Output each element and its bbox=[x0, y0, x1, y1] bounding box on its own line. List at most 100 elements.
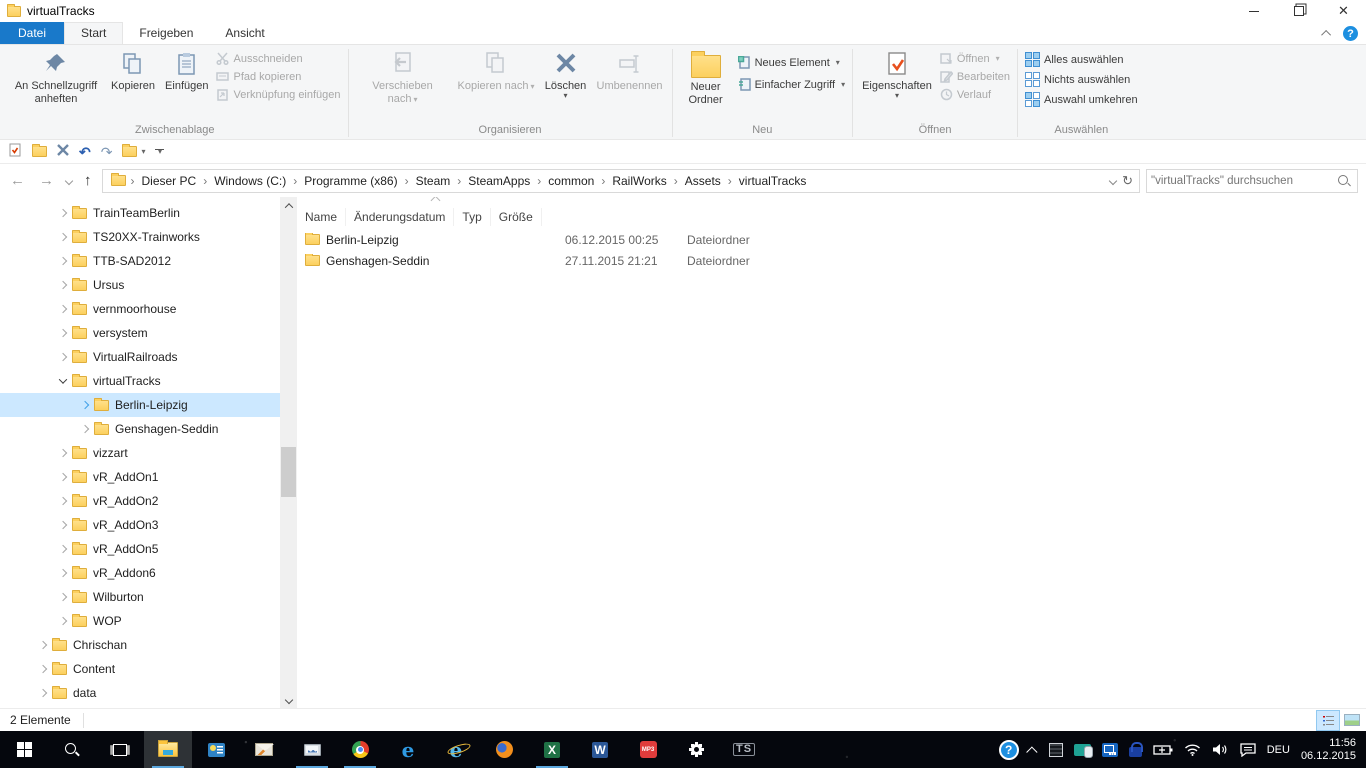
wifi-icon[interactable] bbox=[1184, 743, 1201, 756]
search-icon[interactable] bbox=[1337, 174, 1351, 188]
chevron-icon[interactable] bbox=[59, 305, 67, 313]
collapse-ribbon-icon[interactable] bbox=[1321, 30, 1331, 40]
tree-item[interactable]: TrainTeamBerlin bbox=[0, 201, 297, 225]
breadcrumb-item[interactable]: Dieser PC bbox=[136, 172, 203, 190]
properties-button[interactable]: Eigenschaften ▾ bbox=[857, 47, 937, 101]
tree-item[interactable]: Genshagen-Seddin bbox=[0, 417, 297, 441]
recent-locations-icon[interactable] bbox=[65, 176, 73, 184]
chevron-icon[interactable] bbox=[59, 617, 67, 625]
speaker-icon[interactable] bbox=[1212, 743, 1229, 756]
show-hidden-icons-chevron[interactable] bbox=[1026, 746, 1037, 757]
close-button[interactable]: ✕ bbox=[1321, 0, 1366, 22]
column-header[interactable]: Typ bbox=[454, 208, 490, 226]
chevron-icon[interactable] bbox=[59, 281, 67, 289]
tab-datei[interactable]: Datei bbox=[0, 22, 64, 44]
tree-item[interactable]: Content bbox=[0, 657, 297, 681]
tab-start[interactable]: Start bbox=[64, 22, 123, 44]
breadcrumb-item[interactable]: Steam bbox=[410, 172, 457, 190]
tab-ansicht[interactable]: Ansicht bbox=[209, 23, 280, 44]
taskview-icon[interactable] bbox=[96, 731, 144, 768]
breadcrumb-item[interactable]: Windows (C:) bbox=[208, 172, 292, 190]
paste-button[interactable]: Einfügen bbox=[160, 47, 213, 95]
ie-icon[interactable]: e bbox=[432, 731, 480, 768]
breadcrumb-item[interactable]: RailWorks bbox=[606, 172, 672, 190]
chevron-icon[interactable] bbox=[39, 665, 47, 673]
search-input[interactable] bbox=[1147, 175, 1337, 187]
action-center-icon[interactable] bbox=[1240, 743, 1256, 757]
syspanel-icon[interactable] bbox=[192, 731, 240, 768]
chevron-icon[interactable] bbox=[59, 233, 67, 241]
breadcrumb-item[interactable]: Programme (x86) bbox=[298, 172, 403, 190]
restore-button[interactable] bbox=[1276, 0, 1321, 22]
ts-icon[interactable]: TS bbox=[720, 731, 768, 768]
sort-ascending-icon[interactable] bbox=[432, 197, 440, 205]
network-computers-icon[interactable] bbox=[1102, 743, 1118, 757]
scrollbar-thumb[interactable] bbox=[281, 447, 296, 497]
open-button[interactable]: Öffnen▾ bbox=[937, 51, 1013, 66]
chevron-icon[interactable] bbox=[81, 425, 89, 433]
delete-button[interactable]: Löschen ▾ bbox=[540, 47, 592, 101]
forward-button[interactable]: → bbox=[35, 172, 58, 189]
rename-button[interactable]: Umbenennen bbox=[592, 47, 668, 95]
tree-item[interactable]: Berlin-Leipzig bbox=[0, 393, 297, 417]
qat-delete-button[interactable] bbox=[57, 144, 69, 159]
breadcrumb-item[interactable]: virtualTracks bbox=[733, 172, 813, 190]
scroll-down-icon[interactable] bbox=[280, 691, 297, 708]
chevron-icon[interactable] bbox=[39, 689, 47, 697]
grid-tray-icon[interactable] bbox=[1049, 743, 1063, 757]
mp3-icon[interactable]: MP3 bbox=[624, 731, 672, 768]
edge-icon[interactable]: e bbox=[384, 731, 432, 768]
word-icon[interactable]: W bbox=[576, 731, 624, 768]
cut-button[interactable]: Ausschneiden bbox=[213, 51, 343, 66]
address-bar[interactable]: › Dieser PC › Windows (C:) › Programme (… bbox=[102, 169, 1141, 193]
details-view-button[interactable] bbox=[1316, 710, 1340, 731]
tree-item[interactable]: virtualTracks bbox=[0, 369, 297, 393]
tree-item[interactable]: vR_Addon6 bbox=[0, 561, 297, 585]
new-folder-button[interactable]: Neuer Ordner bbox=[677, 47, 735, 109]
lock-icon[interactable] bbox=[1129, 747, 1142, 757]
tree-item[interactable]: vR_AddOn3 bbox=[0, 513, 297, 537]
column-header[interactable]: Name bbox=[297, 208, 346, 226]
chevron-icon[interactable] bbox=[59, 497, 67, 505]
select-none-button[interactable]: Nichts auswählen bbox=[1022, 71, 1141, 88]
start-icon[interactable] bbox=[0, 731, 48, 768]
qat-redo-button[interactable]: ↷ bbox=[101, 145, 113, 159]
copy-button[interactable]: Kopieren bbox=[106, 47, 160, 95]
breadcrumb-item[interactable]: SteamApps bbox=[462, 172, 536, 190]
column-header[interactable]: Größe bbox=[491, 208, 542, 226]
search-box[interactable] bbox=[1146, 169, 1358, 193]
search-icon[interactable] bbox=[48, 731, 96, 768]
easy-access-button[interactable]: Einfacher Zugriff▾ bbox=[735, 77, 849, 92]
tree-item[interactable]: vR_AddOn5 bbox=[0, 537, 297, 561]
minimize-button[interactable] bbox=[1231, 0, 1276, 22]
file-row[interactable]: Berlin-Leipzig 06.12.2015 00:25 Dateiord… bbox=[297, 229, 1366, 250]
qat-share-button[interactable]: ▾ bbox=[122, 146, 145, 157]
scroll-up-icon[interactable] bbox=[280, 197, 297, 214]
chevron-icon[interactable] bbox=[59, 257, 67, 265]
column-header[interactable]: Änderungsdatum bbox=[346, 208, 454, 226]
copy-path-button[interactable]: Pfad kopieren bbox=[213, 69, 343, 84]
new-item-button[interactable]: Neues Element▾ bbox=[735, 55, 849, 70]
chevron-icon[interactable] bbox=[59, 473, 67, 481]
tree-item[interactable]: vizzart bbox=[0, 441, 297, 465]
tree-item[interactable]: Wilburton bbox=[0, 585, 297, 609]
monitor-icon[interactable] bbox=[288, 731, 336, 768]
qat-undo-button[interactable]: ↶ bbox=[79, 145, 91, 159]
pin-to-quickaccess-button[interactable]: An Schnellzugriff anheften bbox=[6, 47, 106, 108]
chrome-icon[interactable] bbox=[336, 731, 384, 768]
tree-item[interactable]: Ursus bbox=[0, 273, 297, 297]
chevron-icon[interactable] bbox=[59, 569, 67, 577]
chevron-icon[interactable] bbox=[39, 641, 47, 649]
chevron-icon[interactable] bbox=[59, 593, 67, 601]
qat-new-folder-button[interactable] bbox=[32, 146, 47, 157]
remote-control-icon[interactable] bbox=[1074, 744, 1091, 756]
tree-item[interactable]: vernmoorhouse bbox=[0, 297, 297, 321]
mail-icon[interactable] bbox=[240, 731, 288, 768]
chevron-icon[interactable] bbox=[59, 521, 67, 529]
excel-icon[interactable]: X bbox=[528, 731, 576, 768]
tree-item[interactable]: vR_AddOn2 bbox=[0, 489, 297, 513]
language-indicator[interactable]: DEU bbox=[1267, 744, 1290, 756]
help-icon[interactable]: ? bbox=[1343, 26, 1358, 41]
copy-to-button[interactable]: Kopieren nach▾ bbox=[453, 47, 540, 95]
invert-selection-button[interactable]: Auswahl umkehren bbox=[1022, 91, 1141, 108]
